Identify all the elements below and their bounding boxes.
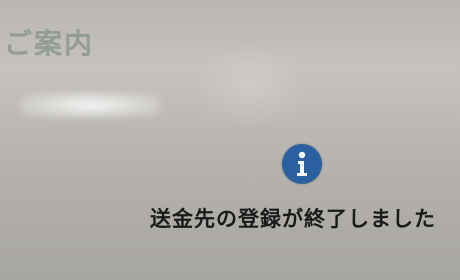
screen-glare	[20, 92, 160, 118]
page-title: ご案内	[4, 27, 95, 60]
kiosk-screen: ご案内 送金先の登録が終了しました	[0, 0, 460, 280]
info-icon	[282, 144, 322, 184]
screen-glare-secondary	[190, 40, 310, 130]
status-message: 送金先の登録が終了しました	[150, 207, 436, 231]
